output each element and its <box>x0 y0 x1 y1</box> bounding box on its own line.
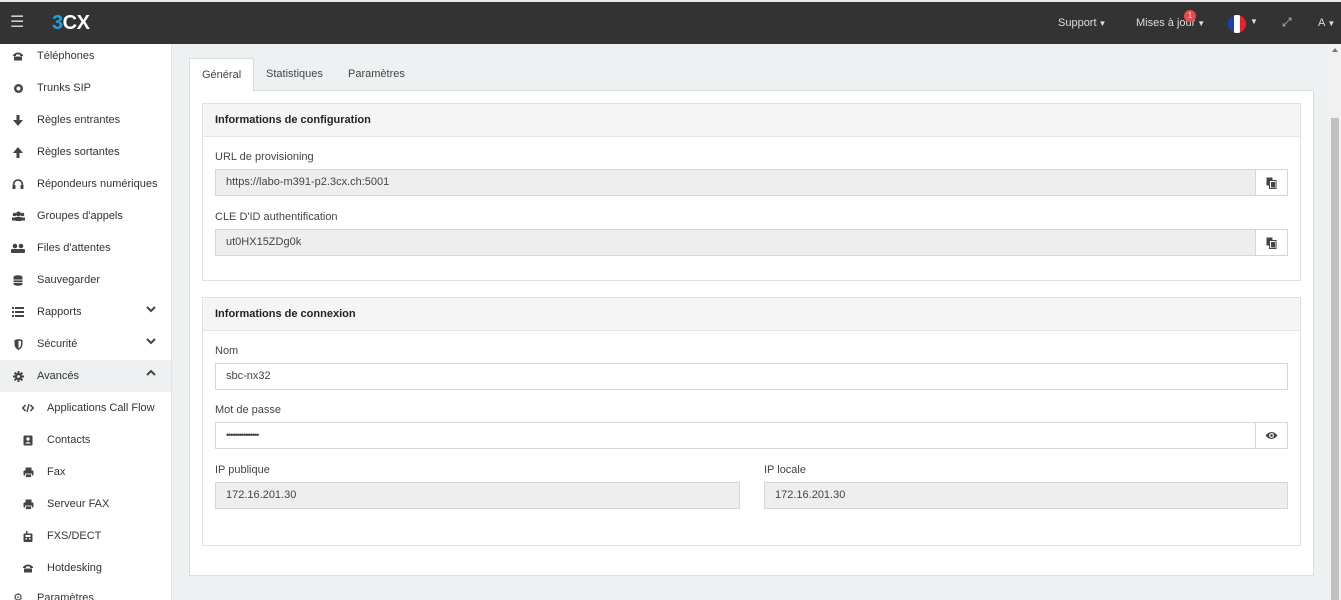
sidebar-item-phones[interactable]: Téléphones <box>0 44 171 72</box>
wrench-icon: ⚙ <box>13 591 23 600</box>
connection-info-title: Informations de connexion <box>203 298 1300 331</box>
code-icon <box>21 401 35 415</box>
gear-icon <box>11 369 25 383</box>
sidebar-item-voicemail[interactable]: Répondeurs numériques <box>0 168 171 200</box>
arrow-down-icon <box>11 113 25 127</box>
public-ip-label: IP publique <box>215 464 270 476</box>
scroll-up-arrow-icon[interactable] <box>1332 48 1338 52</box>
sidebar-item-fax-server[interactable]: Serveur FAX <box>0 488 171 520</box>
show-password-button[interactable] <box>1255 422 1288 449</box>
sidebar-item-reports[interactable]: Rapports <box>0 296 171 328</box>
dect-icon <box>21 529 35 543</box>
updates-badge: 1 <box>1184 10 1196 22</box>
local-ip-label: IP locale <box>764 464 806 476</box>
hamburger-icon[interactable]: ☰ <box>10 13 24 33</box>
sidebar-item-fax[interactable]: Fax <box>0 456 171 488</box>
scroll-thumb[interactable] <box>1331 118 1339 600</box>
sidebar-item-fxs-dect[interactable]: FXS/DECT <box>0 520 171 552</box>
sidebar-item-ring-groups[interactable]: Groupes d'appels <box>0 200 171 232</box>
arrow-up-icon <box>11 145 25 159</box>
tab-statistics[interactable]: Statistiques <box>254 58 335 91</box>
caret-down-icon: ▼ <box>1197 19 1206 28</box>
france-flag-icon[interactable] <box>1228 15 1246 33</box>
fax-icon <box>21 465 35 479</box>
eye-icon <box>1265 432 1278 439</box>
name-label: Nom <box>215 345 239 357</box>
sidebar-item-backup[interactable]: Sauvegarder <box>0 264 171 296</box>
desk-phone-icon <box>21 561 35 575</box>
caret-down-icon: ▼ <box>1098 19 1107 28</box>
caret-down-icon: ▼ <box>1327 19 1336 28</box>
sidebar-item-hotdesking[interactable]: Hotdesking <box>0 552 171 584</box>
password-field[interactable]: ••••••••••••••• <box>215 422 1256 449</box>
list-icon <box>11 305 25 319</box>
tab-parameters[interactable]: Paramètres <box>336 58 417 91</box>
chevron-down-icon[interactable] <box>146 304 156 314</box>
scrollbar[interactable] <box>1329 44 1341 600</box>
name-field[interactable]: sbc-nx32 <box>215 363 1288 390</box>
caret-down-icon[interactable]: ▼ <box>1250 17 1258 26</box>
top-bar: ☰ 3CX Support ▼ Mises à jour ▼ 1 ▼ ⤢ A ▼ <box>0 0 1341 44</box>
sidebar-item-outbound-rules[interactable]: Règles sortantes <box>0 136 171 168</box>
auth-key-field[interactable]: ut0HX15ZDg0k <box>215 229 1256 256</box>
password-label: Mot de passe <box>215 404 282 416</box>
users-icon <box>11 209 25 223</box>
database-icon <box>11 273 25 287</box>
config-info-title: Informations de configuration <box>203 104 1300 137</box>
contact-book-icon <box>21 433 35 447</box>
sidebar-item-contacts[interactable]: Contacts <box>0 424 171 456</box>
sidebar-item-advanced[interactable]: Avancés <box>0 360 171 392</box>
headset-icon <box>11 177 25 191</box>
phone-icon <box>11 49 25 63</box>
provisioning-url-field[interactable]: https://labo-m391-p2.3cx.ch:5001 <box>215 169 1256 196</box>
provisioning-url-label: URL de provisioning <box>215 151 314 163</box>
chevron-down-icon[interactable] <box>146 336 156 346</box>
sidebar-item-queues[interactable]: Files d'attentes <box>0 232 171 264</box>
globe-icon <box>11 81 25 95</box>
sidebar-item-security[interactable]: Sécurité <box>0 328 171 360</box>
auth-key-label: CLE D'ID authentification <box>215 211 338 223</box>
shield-icon <box>11 337 25 351</box>
sidebar-item-trunks[interactable]: Trunks SIP <box>0 72 171 104</box>
chevron-up-icon[interactable] <box>146 368 156 378</box>
expand-icon[interactable]: ⤢ <box>1282 15 1292 29</box>
user-menu[interactable]: A ▼ <box>1318 16 1335 31</box>
tab-general[interactable]: Général <box>189 58 255 92</box>
local-ip-field[interactable]: 172.16.201.30 <box>764 482 1288 509</box>
group-icon <box>11 241 25 255</box>
copy-icon <box>1266 237 1277 249</box>
sidebar: Téléphones Trunks SIP Règles entrantes R… <box>0 44 172 600</box>
support-menu[interactable]: Support ▼ <box>1058 16 1106 31</box>
logo[interactable]: 3CX <box>52 11 90 35</box>
public-ip-field[interactable]: 172.16.201.30 <box>215 482 740 509</box>
sidebar-item-inbound-rules[interactable]: Règles entrantes <box>0 104 171 136</box>
sidebar-item-settings[interactable]: ⚙ Paramètres <box>0 584 171 600</box>
copy-auth-key-button[interactable] <box>1255 229 1288 256</box>
copy-icon <box>1266 177 1277 189</box>
sidebar-item-call-flow-apps[interactable]: Applications Call Flow <box>0 392 171 424</box>
copy-provisioning-button[interactable] <box>1255 169 1288 196</box>
fax-server-icon <box>21 497 35 511</box>
